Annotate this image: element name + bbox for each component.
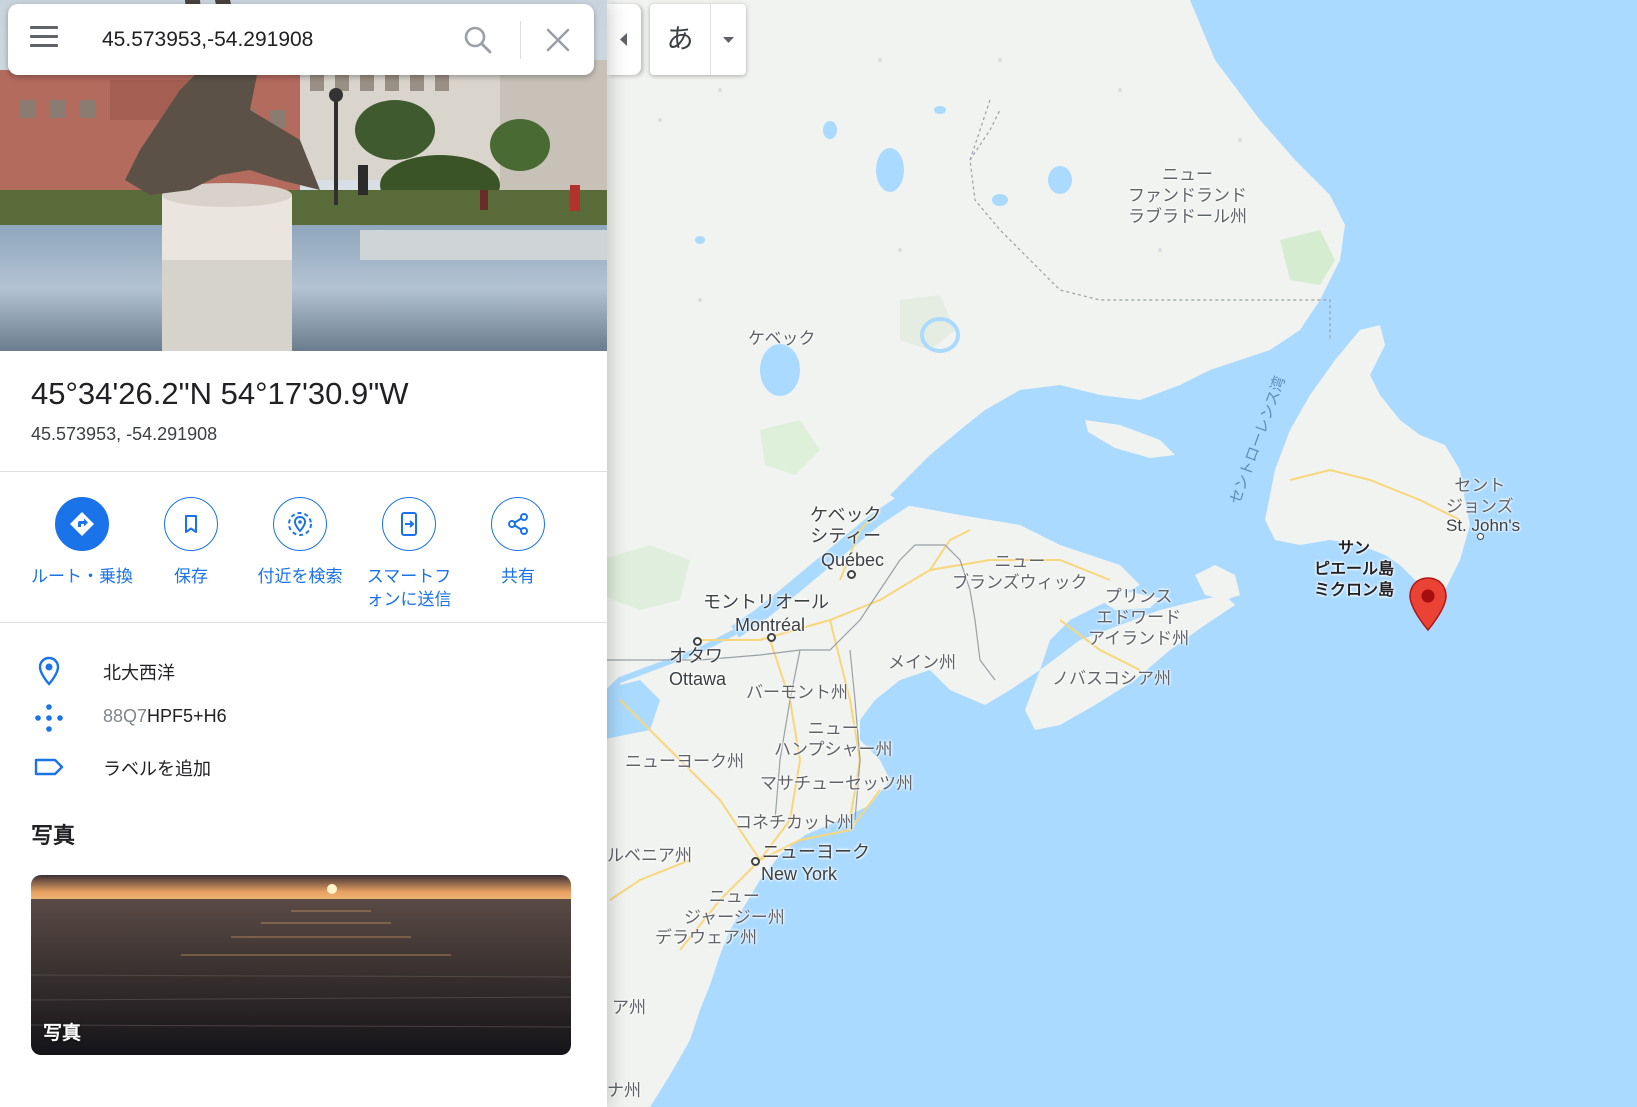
caret-down-icon <box>723 37 734 43</box>
caret-left-icon <box>620 33 627 46</box>
search-input[interactable] <box>102 18 442 62</box>
search-icon <box>464 26 492 54</box>
map-label-quebec-province: ケベック <box>748 329 816 348</box>
search-divider <box>520 21 521 59</box>
map-label-new-hampshire: ニュー ハンプシャー州 <box>774 719 893 759</box>
map-label-massachusetts: マサチューセッツ州 <box>760 774 913 793</box>
clear-search-button[interactable] <box>540 22 576 58</box>
input-method-selector[interactable]: あ <box>650 4 746 75</box>
map-label-quebec-city-jp: ケベック シティー <box>810 505 882 546</box>
city-dot-st-johns <box>1477 533 1484 540</box>
map-label-montreal-jp: モントリオール <box>703 592 829 612</box>
save-button[interactable]: 保存 <box>136 497 246 588</box>
city-dot-quebec <box>847 570 856 579</box>
location-row[interactable]: 北大西洋 <box>0 649 607 693</box>
photos-heading: 写真 <box>31 823 76 848</box>
plus-code-icon <box>35 704 63 732</box>
directions-button[interactable]: ルート・乗換 <box>27 497 137 588</box>
input-method-dropdown[interactable] <box>711 4 746 75</box>
add-label-row[interactable]: ラベルを追加 <box>0 745 607 789</box>
share-button[interactable]: 共有 <box>463 497 573 588</box>
map-label-new-york-state: ニューヨーク州 <box>625 752 744 771</box>
map-label-quebec-city: Québec <box>821 550 885 570</box>
divider <box>0 622 607 623</box>
map-label-new-brunswick: ニュー ブランズウィック <box>952 552 1088 592</box>
add-label-text: ラベルを追加 <box>103 759 211 779</box>
sunset-photo-image <box>31 875 571 1055</box>
location-text: 北大西洋 <box>103 663 175 683</box>
share-icon <box>508 513 528 535</box>
map-label-newfoundland-labrador: ニュー ファンドランド ラブラドール州 <box>1128 165 1247 226</box>
map-label-maryland: ア州 <box>612 998 646 1017</box>
map-label-pennsylvania: ルベニア州 <box>607 846 692 865</box>
city-dot-new-york <box>751 857 760 866</box>
map-label-pei: プリンス エドワード アイランド州 <box>1088 587 1190 648</box>
city-dot-montreal <box>767 633 776 642</box>
map-label-vermont: バーモント州 <box>746 683 848 702</box>
search-nearby-button[interactable]: 付近を検索 <box>245 497 355 588</box>
map-label-maine: メイン州 <box>888 653 956 672</box>
nearby-icon <box>288 512 312 536</box>
plus-code-row[interactable]: 88Q7HPF5+H6 <box>0 696 607 740</box>
map-label-connecticut: コネチカット州 <box>735 813 854 832</box>
share-label: 共有 <box>501 567 535 586</box>
search-box <box>8 4 594 75</box>
directions-icon <box>70 512 94 536</box>
map-label-delaware: デラウェア州 <box>655 928 757 947</box>
map-label-st-johns-jp: セント ジョンズ <box>1446 476 1514 516</box>
save-label: 保存 <box>174 567 208 586</box>
place-details-panel: 45°34'26.2"N 54°17'30.9"W 45.573953, -54… <box>0 0 607 1107</box>
label-tag-icon <box>34 758 64 776</box>
search-nearby-label: 付近を検索 <box>257 567 343 586</box>
search-button[interactable] <box>460 22 496 58</box>
page-title: 45°34'26.2"N 54°17'30.9"W <box>31 376 409 411</box>
bookmark-icon <box>185 515 197 533</box>
plus-code-text: 88Q7HPF5+H6 <box>103 706 227 727</box>
location-pin-icon[interactable] <box>1408 576 1448 632</box>
divider <box>0 471 607 472</box>
send-to-phone-button[interactable]: スマートフォンに送信 <box>354 497 464 611</box>
send-to-phone-label: スマートフォンに送信 <box>366 567 452 609</box>
directions-label: ルート・乗換 <box>31 567 133 586</box>
plus-code-suffix: HPF5+H6 <box>147 706 227 726</box>
decimal-coordinates: 45.573953, -54.291908 <box>31 424 218 444</box>
map-label-ottawa-jp: オタワ <box>669 646 723 666</box>
close-icon <box>546 28 570 52</box>
collapse-panel-button[interactable] <box>607 4 641 75</box>
menu-button[interactable] <box>30 26 60 52</box>
city-dot-ottawa <box>693 637 702 646</box>
map-label-ottawa: Ottawa <box>669 669 727 689</box>
map-label-nova-scotia: ノバスコシア州 <box>1052 669 1171 688</box>
map-label-carolina: ナ州 <box>607 1081 641 1100</box>
map-label-saint-pierre-miquelon: サン ピエール島 ミクロン島 <box>1314 540 1395 599</box>
place-marker-icon <box>38 656 60 686</box>
photo-card-label: 写真 <box>43 1023 82 1044</box>
send-to-phone-icon <box>401 512 417 536</box>
photo-card[interactable]: 写真 <box>31 875 571 1055</box>
map-label-new-jersey: ニュー ジャージー州 <box>684 887 785 927</box>
map-label-st-johns: St. John's <box>1446 516 1521 535</box>
map-label-new-york-city-jp: ニューヨーク <box>762 842 870 862</box>
map-label-new-york-city: New York <box>761 864 838 884</box>
input-method-button[interactable]: あ <box>650 4 710 75</box>
plus-code-prefix: 88Q7 <box>103 706 148 726</box>
